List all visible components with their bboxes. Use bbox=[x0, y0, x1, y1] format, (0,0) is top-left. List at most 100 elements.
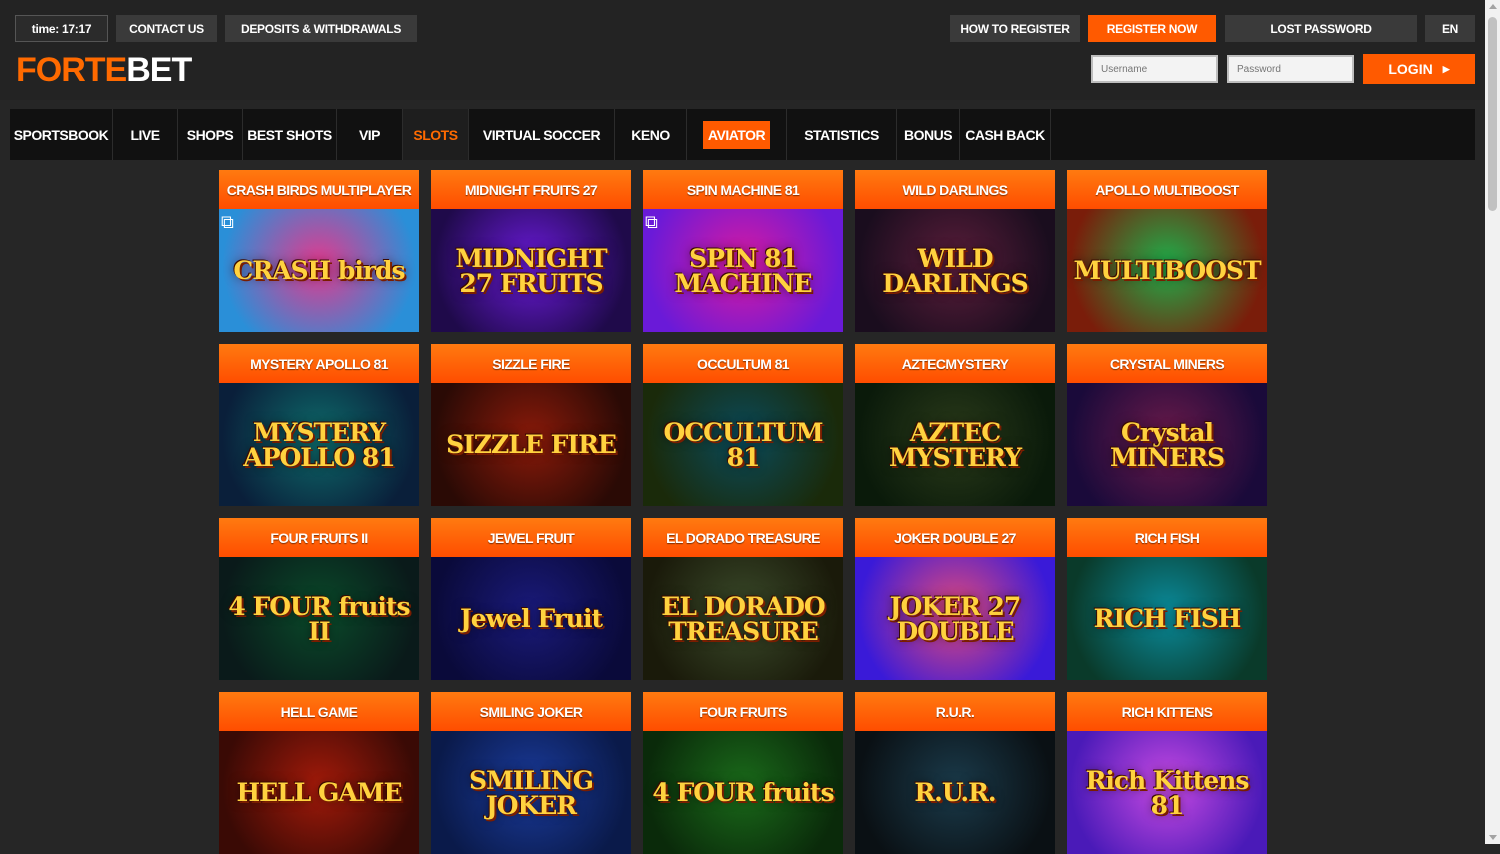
language-selector[interactable]: EN bbox=[1425, 15, 1475, 42]
game-thumbnail[interactable]: MIDNIGHT 27 FRUITS bbox=[431, 209, 631, 332]
main-nav: SPORTSBOOK LIVE SHOPS BEST SHOTS VIP SLO… bbox=[10, 109, 1475, 160]
game-thumbnail[interactable]: WILD DARLINGS bbox=[855, 209, 1055, 332]
game-thumbnail[interactable]: JOKER 27 DOUBLE bbox=[855, 557, 1055, 680]
game-art-logo: 4 FOUR fruits II bbox=[228, 591, 410, 646]
game-title[interactable]: WILD DARLINGS bbox=[855, 170, 1055, 209]
nav-item-vip[interactable]: VIP bbox=[337, 109, 403, 160]
contact-us-button[interactable]: CONTACT US bbox=[116, 15, 217, 42]
game-tile[interactable]: RICH FISH RICH FISH bbox=[1067, 518, 1267, 680]
game-tile[interactable]: OCCULTUM 81 OCCULTUM 81 bbox=[643, 344, 843, 506]
game-tile[interactable]: RICH KITTENS Rich Kittens 81 bbox=[1067, 692, 1267, 854]
game-thumbnail[interactable]: Rich Kittens 81 bbox=[1067, 731, 1267, 854]
game-title[interactable]: CRYSTAL MINERS bbox=[1067, 344, 1267, 383]
game-title[interactable]: MYSTERY APOLLO 81 bbox=[219, 344, 419, 383]
expand-icon[interactable]: ⧉ bbox=[221, 211, 243, 233]
nav-item-aviator[interactable]: AVIATOR bbox=[687, 109, 787, 160]
game-thumbnail[interactable]: 4 FOUR fruits II bbox=[219, 557, 419, 680]
game-thumbnail[interactable]: Crystal MINERS bbox=[1067, 383, 1267, 506]
game-thumbnail[interactable]: SMILING JOKER bbox=[431, 731, 631, 854]
lost-password-button[interactable]: LOST PASSWORD bbox=[1225, 15, 1417, 42]
game-title[interactable]: HELL GAME bbox=[219, 692, 419, 731]
nav-item-slots[interactable]: SLOTS bbox=[403, 109, 469, 160]
nav-item-cash-back[interactable]: CASH BACK bbox=[960, 109, 1051, 160]
game-title[interactable]: OCCULTUM 81 bbox=[643, 344, 843, 383]
scroll-up-icon[interactable] bbox=[1489, 4, 1497, 9]
game-art-logo: SIZZLE FIRE bbox=[446, 430, 617, 459]
nav-item-keno[interactable]: KENO bbox=[615, 109, 687, 160]
game-art-logo: 4 FOUR fruits bbox=[652, 778, 834, 807]
clock-display: time: 17:17 bbox=[15, 15, 108, 42]
username-input[interactable] bbox=[1091, 55, 1218, 83]
game-tile[interactable]: R.U.R. R.U.R. bbox=[855, 692, 1055, 854]
game-tile[interactable]: SMILING JOKER SMILING JOKER bbox=[431, 692, 631, 854]
game-thumbnail[interactable]: AZTEC MYSTERY bbox=[855, 383, 1055, 506]
game-tile[interactable]: FOUR FRUITS 4 FOUR fruits bbox=[643, 692, 843, 854]
game-title[interactable]: JEWEL FRUIT bbox=[431, 518, 631, 557]
game-title[interactable]: RICH FISH bbox=[1067, 518, 1267, 557]
top-bar: time: 17:17 CONTACT US DEPOSITS & WITHDR… bbox=[0, 0, 1485, 100]
game-tile[interactable]: JOKER DOUBLE 27 JOKER 27 DOUBLE bbox=[855, 518, 1055, 680]
nav-item-live[interactable]: LIVE bbox=[113, 109, 178, 160]
game-tile[interactable]: SPIN MACHINE 81 SPIN 81 MACHINE ⧉ bbox=[643, 170, 843, 332]
game-title[interactable]: R.U.R. bbox=[855, 692, 1055, 731]
nav-item-bonus[interactable]: BONUS bbox=[897, 109, 960, 160]
game-tile[interactable]: CRASH BIRDS MULTIPLAYER CRASH birds ⧉ bbox=[219, 170, 419, 332]
game-thumbnail[interactable]: R.U.R. bbox=[855, 731, 1055, 854]
game-thumbnail[interactable]: OCCULTUM 81 bbox=[643, 383, 843, 506]
game-tile[interactable]: JEWEL FRUIT Jewel Fruit bbox=[431, 518, 631, 680]
game-tile[interactable]: SIZZLE FIRE SIZZLE FIRE bbox=[431, 344, 631, 506]
game-title[interactable]: AZTECMYSTERY bbox=[855, 344, 1055, 383]
game-tile[interactable]: EL DORADO TREASURE EL DORADO TREASURE bbox=[643, 518, 843, 680]
game-title[interactable]: RICH KITTENS bbox=[1067, 692, 1267, 731]
game-title[interactable]: FOUR FRUITS II bbox=[219, 518, 419, 557]
game-thumbnail[interactable]: MYSTERY APOLLO 81 bbox=[219, 383, 419, 506]
game-thumbnail[interactable]: RICH FISH bbox=[1067, 557, 1267, 680]
nav-item-virtual-soccer[interactable]: VIRTUAL SOCCER bbox=[469, 109, 615, 160]
game-thumbnail[interactable]: SIZZLE FIRE bbox=[431, 383, 631, 506]
game-art-logo: CRASH birds bbox=[233, 256, 405, 285]
game-tile[interactable]: HELL GAME HELL GAME bbox=[219, 692, 419, 854]
game-title[interactable]: FOUR FRUITS bbox=[643, 692, 843, 731]
scrollbar-thumb[interactable] bbox=[1488, 17, 1497, 211]
scroll-down-icon[interactable] bbox=[1489, 835, 1497, 840]
game-tile[interactable]: APOLLO MULTIBOOST MULTIBOOST bbox=[1067, 170, 1267, 332]
nav-item-sportsbook[interactable]: SPORTSBOOK bbox=[10, 109, 113, 160]
nav-item-best-shots[interactable]: BEST SHOTS bbox=[243, 109, 337, 160]
game-art-logo: AZTEC MYSTERY bbox=[888, 417, 1022, 472]
logo-text-forte: FORTE bbox=[16, 50, 127, 89]
game-title[interactable]: APOLLO MULTIBOOST bbox=[1067, 170, 1267, 209]
game-title[interactable]: SPIN MACHINE 81 bbox=[643, 170, 843, 209]
game-tile[interactable]: CRYSTAL MINERS Crystal MINERS bbox=[1067, 344, 1267, 506]
game-thumbnail[interactable]: SPIN 81 MACHINE ⧉ bbox=[643, 209, 843, 332]
game-tile[interactable]: WILD DARLINGS WILD DARLINGS bbox=[855, 170, 1055, 332]
register-now-button[interactable]: REGISTER NOW bbox=[1088, 15, 1216, 42]
game-art-logo: SMILING JOKER bbox=[469, 765, 594, 820]
expand-icon[interactable]: ⧉ bbox=[645, 211, 667, 233]
game-title[interactable]: JOKER DOUBLE 27 bbox=[855, 518, 1055, 557]
game-thumbnail[interactable]: 4 FOUR fruits bbox=[643, 731, 843, 854]
game-tile[interactable]: MIDNIGHT FRUITS 27 MIDNIGHT 27 FRUITS bbox=[431, 170, 631, 332]
game-title[interactable]: CRASH BIRDS MULTIPLAYER bbox=[219, 170, 419, 209]
how-to-register-button[interactable]: HOW TO REGISTER bbox=[950, 15, 1080, 42]
game-tile[interactable]: AZTECMYSTERY AZTEC MYSTERY bbox=[855, 344, 1055, 506]
game-art-logo: HELL GAME bbox=[236, 778, 402, 807]
password-input[interactable] bbox=[1227, 55, 1354, 83]
game-thumbnail[interactable]: MULTIBOOST bbox=[1067, 209, 1267, 332]
game-title[interactable]: MIDNIGHT FRUITS 27 bbox=[431, 170, 631, 209]
game-title[interactable]: SMILING JOKER bbox=[431, 692, 631, 731]
game-thumbnail[interactable]: EL DORADO TREASURE bbox=[643, 557, 843, 680]
login-button[interactable]: LOGIN ▶ bbox=[1363, 54, 1475, 84]
fortebet-logo[interactable]: FORTE BET bbox=[16, 50, 192, 89]
game-title[interactable]: SIZZLE FIRE bbox=[431, 344, 631, 383]
deposits-withdrawals-button[interactable]: DEPOSITS & WITHDRAWALS bbox=[225, 15, 417, 42]
nav-item-shops[interactable]: SHOPS bbox=[178, 109, 243, 160]
page-scrollbar[interactable] bbox=[1485, 0, 1500, 844]
game-thumbnail[interactable]: Jewel Fruit bbox=[431, 557, 631, 680]
game-title[interactable]: EL DORADO TREASURE bbox=[643, 518, 843, 557]
nav-item-statistics[interactable]: STATISTICS bbox=[787, 109, 897, 160]
game-tile[interactable]: FOUR FRUITS II 4 FOUR fruits II bbox=[219, 518, 419, 680]
game-thumbnail[interactable]: HELL GAME bbox=[219, 731, 419, 854]
game-tile[interactable]: MYSTERY APOLLO 81 MYSTERY APOLLO 81 bbox=[219, 344, 419, 506]
caret-right-icon: ▶ bbox=[1442, 63, 1450, 74]
game-thumbnail[interactable]: CRASH birds ⧉ bbox=[219, 209, 419, 332]
